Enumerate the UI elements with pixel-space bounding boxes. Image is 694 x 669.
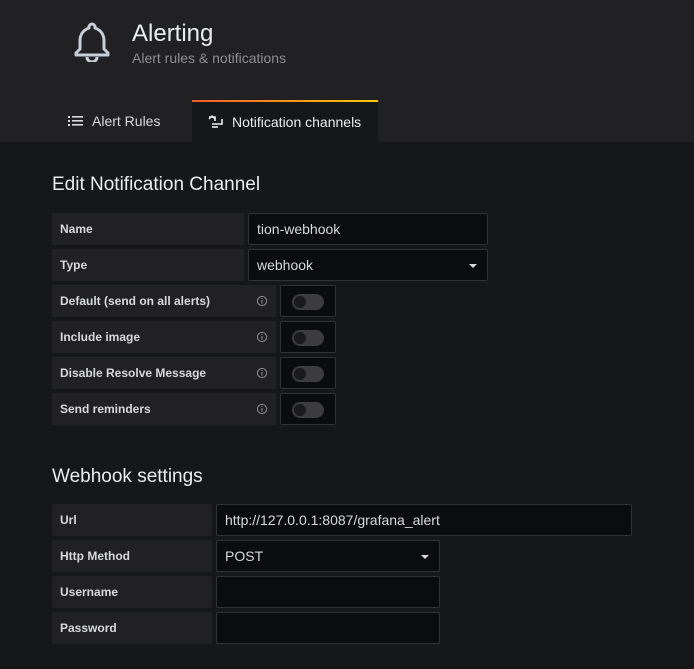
switch-knob xyxy=(294,296,306,308)
default-label: Default (send on all alerts) xyxy=(52,285,276,317)
disable-resolve-switch[interactable] xyxy=(280,357,336,389)
info-icon[interactable] xyxy=(256,367,268,379)
default-switch[interactable] xyxy=(280,285,336,317)
include-image-switch[interactable] xyxy=(280,321,336,353)
send-reminders-label-text: Send reminders xyxy=(60,402,151,416)
type-select[interactable]: webhook xyxy=(248,249,488,281)
info-icon[interactable] xyxy=(256,331,268,343)
password-label: Password xyxy=(52,612,212,644)
webhook-section-title: Webhook settings xyxy=(52,466,203,487)
send-reminders-switch[interactable] xyxy=(280,393,336,425)
tab-label: Alert Rules xyxy=(92,113,161,129)
caret-down-icon xyxy=(469,264,477,268)
username-input[interactable] xyxy=(216,576,440,608)
http-method-select[interactable]: POST xyxy=(216,540,440,572)
switch-knob xyxy=(294,332,306,344)
switch-track xyxy=(292,402,324,418)
include-image-label-text: Include image xyxy=(60,330,141,344)
name-label: Name xyxy=(52,213,244,245)
info-icon[interactable] xyxy=(256,295,268,307)
page-subtitle: Alert rules & notifications xyxy=(132,50,287,66)
include-image-label: Include image xyxy=(52,321,276,353)
tab-alert-rules[interactable]: Alert Rules xyxy=(52,100,192,142)
switch-knob xyxy=(294,368,306,380)
tab-notification-channels[interactable]: Notification channels xyxy=(192,100,378,142)
switch-track xyxy=(292,330,324,346)
disable-resolve-label-text: Disable Resolve Message xyxy=(60,366,207,380)
page-title: Alerting xyxy=(132,20,214,47)
info-icon[interactable] xyxy=(256,403,268,415)
list-icon xyxy=(68,116,83,126)
switch-knob xyxy=(294,404,306,416)
url-label: Url xyxy=(52,504,212,536)
switch-track xyxy=(292,294,324,310)
page-header: Alerting Alert rules & notifications Ale… xyxy=(0,0,694,142)
name-input[interactable] xyxy=(248,213,488,245)
caret-down-icon xyxy=(421,555,429,559)
type-select-value: webhook xyxy=(257,257,314,273)
default-label-text: Default (send on all alerts) xyxy=(60,294,211,308)
channel-icon xyxy=(208,115,223,128)
username-label: Username xyxy=(52,576,212,608)
send-reminders-label: Send reminders xyxy=(52,393,276,425)
disable-resolve-label: Disable Resolve Message xyxy=(52,357,276,389)
http-method-value: POST xyxy=(225,548,264,564)
http-method-label: Http Method xyxy=(52,540,212,572)
tab-label: Notification channels xyxy=(232,114,362,130)
switch-track xyxy=(292,366,324,382)
password-input[interactable] xyxy=(216,612,440,644)
url-input[interactable] xyxy=(216,504,632,536)
bell-icon xyxy=(74,22,110,62)
edit-section-title: Edit Notification Channel xyxy=(52,174,261,195)
type-label: Type xyxy=(52,249,244,281)
